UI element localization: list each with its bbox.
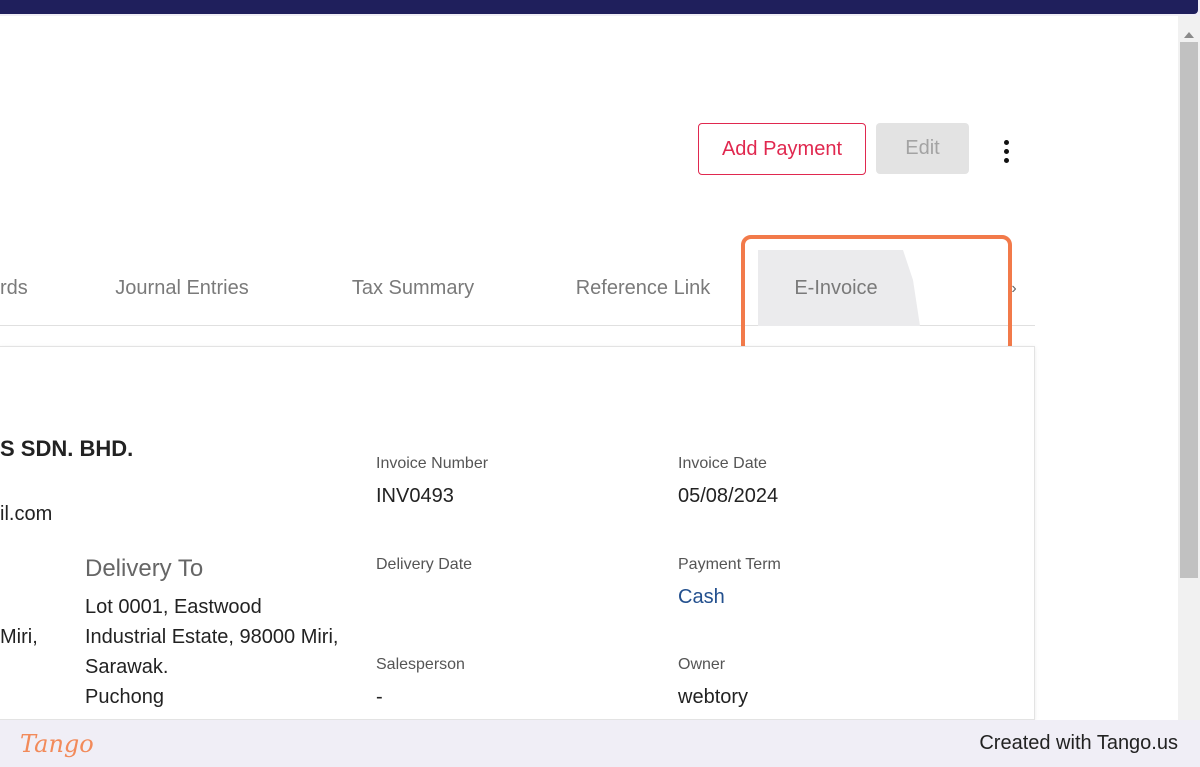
- scroll-thumb[interactable]: [1180, 42, 1198, 578]
- delivery-address-line: Lot 0001, Eastwood: [85, 596, 262, 618]
- payment-term-value[interactable]: Cash: [678, 586, 725, 609]
- invoice-date-label: Invoice Date: [678, 455, 767, 472]
- scroll-up-arrow-icon[interactable]: [1178, 22, 1200, 38]
- chevron-right-icon[interactable]: ›: [1008, 280, 1020, 298]
- invoice-number-label: Invoice Number: [376, 455, 489, 472]
- salesperson-value: -: [376, 686, 383, 708]
- tango-footer: Tango Created with Tango.us: [0, 720, 1200, 767]
- tab-records[interactable]: rds: [0, 250, 30, 326]
- payment-term-label: Payment Term: [678, 556, 781, 573]
- top-bar-strip: [0, 0, 1198, 14]
- owner-value: webtory: [678, 686, 749, 708]
- invoice-date-value: 05/08/2024: [678, 485, 779, 507]
- tango-credit[interactable]: Created with Tango.us: [979, 732, 1178, 755]
- salesperson-label: Salesperson: [376, 656, 465, 673]
- delivery-address-line: Sarawak.: [85, 656, 169, 678]
- billing-address-fragment: Miri,: [0, 626, 38, 648]
- tab-journal-entries[interactable]: Journal Entries: [108, 250, 256, 326]
- tab-e-invoice-label: E-Invoice: [794, 276, 878, 299]
- delivery-address-line: Industrial Estate, 98000 Miri,: [85, 626, 339, 648]
- tab-bar: rds Journal Entries Tax Summary Referenc…: [0, 250, 1035, 326]
- tab-e-invoice[interactable]: E-Invoice: [758, 250, 920, 326]
- add-payment-button[interactable]: Add Payment: [698, 123, 866, 175]
- tango-logo: Tango: [20, 730, 94, 758]
- delivery-address-line: Puchong: [85, 686, 164, 708]
- edit-button[interactable]: Edit: [876, 123, 969, 174]
- invoice-number-value: INV0493: [376, 485, 454, 507]
- top-bar: [0, 0, 1200, 16]
- company-name: S SDN. BHD.: [0, 436, 134, 461]
- vertical-scrollbar[interactable]: [1178, 16, 1200, 720]
- delivery-date-label: Delivery Date: [376, 556, 473, 573]
- owner-label: Owner: [678, 656, 726, 673]
- more-options-icon[interactable]: [994, 136, 1018, 166]
- tab-tax-summary[interactable]: Tax Summary: [344, 250, 482, 326]
- delivery-to-heading: Delivery To: [85, 555, 204, 582]
- company-email: il.com: [0, 503, 53, 525]
- tab-reference-link[interactable]: Reference Link: [570, 250, 716, 326]
